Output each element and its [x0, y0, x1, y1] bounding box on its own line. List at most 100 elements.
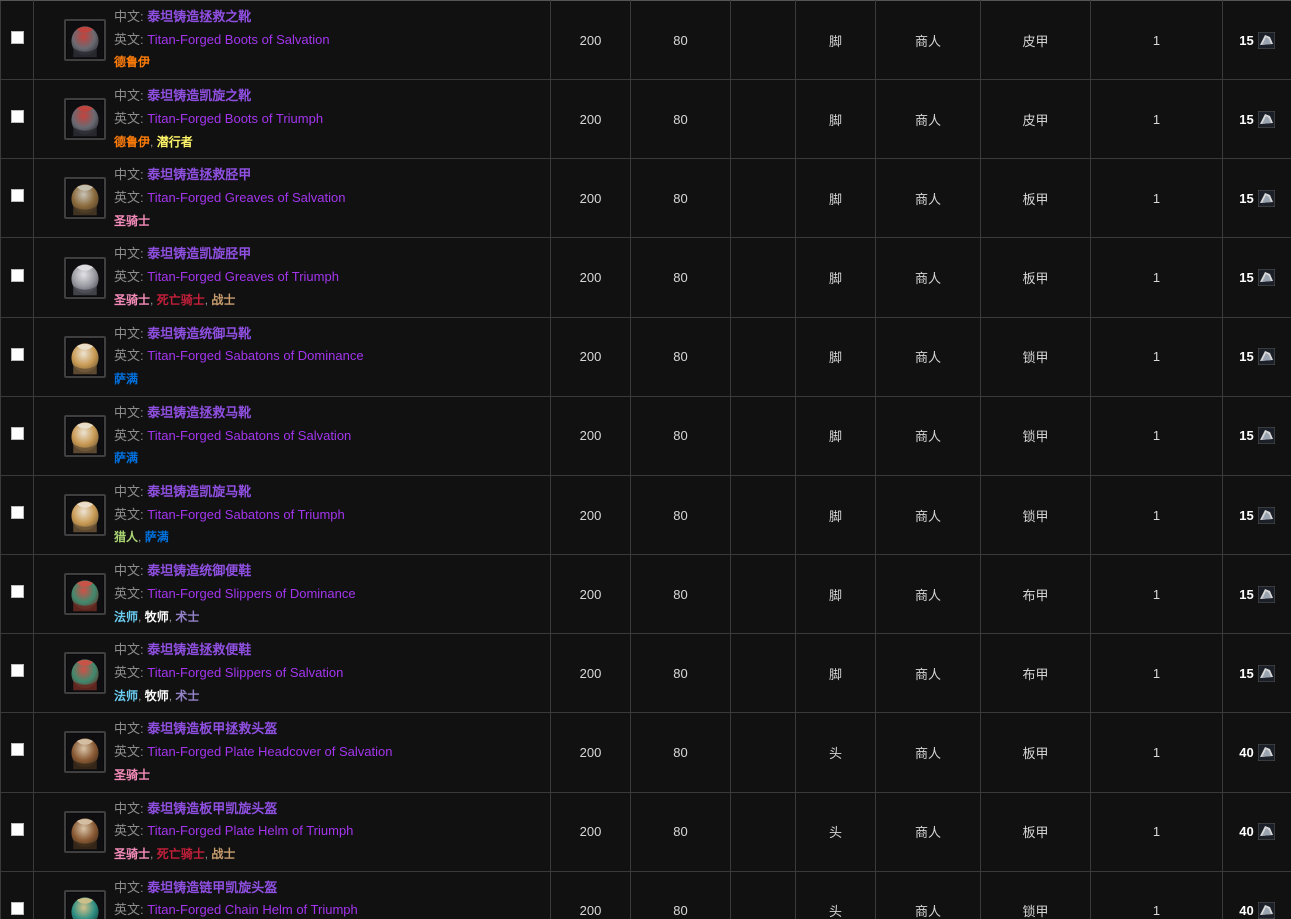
blank-cell	[730, 633, 796, 713]
row-checkbox[interactable]	[10, 822, 24, 836]
row-select-cell[interactable]	[0, 474, 34, 555]
armor-type-cell: 锁甲	[980, 395, 1091, 476]
class-separator: ,	[150, 292, 157, 307]
row-checkbox[interactable]	[10, 426, 24, 440]
class-label: 圣骑士	[114, 213, 151, 228]
item-name-cn[interactable]: 泰坦铸造板甲凯旋头盔	[147, 801, 277, 816]
chinese-label: 中文:	[114, 246, 144, 262]
english-label: 英文:	[114, 744, 144, 760]
item-name-en[interactable]: Titan-Forged Plate Helm of Triumph	[147, 823, 353, 838]
item-name-en[interactable]: Titan-Forged Slippers of Salvation	[147, 665, 343, 680]
item-name-en[interactable]: Titan-Forged Greaves of Triumph	[147, 269, 339, 284]
boots-cloth-dark-icon[interactable]	[64, 19, 106, 62]
emblem-badge-icon	[1257, 664, 1275, 682]
table-row: 中文: 泰坦铸造凯旋之靴 英文: Titan-Forged Boots of Tr…	[0, 79, 1291, 159]
emblem-badge-icon	[1257, 743, 1275, 761]
class-label: 萨满	[114, 451, 139, 466]
row-select-cell[interactable]	[0, 395, 34, 476]
english-label: 英文:	[114, 664, 144, 680]
chinese-label: 中文:	[114, 483, 144, 499]
row-select-cell[interactable]	[0, 791, 34, 872]
row-select-cell[interactable]	[0, 870, 34, 919]
source-cell: 商人	[875, 554, 981, 634]
slippers-cloth-red-icon[interactable]	[64, 652, 106, 695]
quantity-cell: 1	[1090, 791, 1223, 872]
item-cell: 中文: 泰坦铸造凯旋马靴 英文: Titan-Forged Sabatons of…	[33, 474, 551, 555]
table-row: 中文: 泰坦铸造拯救马靴 英文: Titan-Forged Sabatons of…	[0, 395, 1291, 476]
item-level-cell: 200	[550, 79, 631, 159]
item-name-cn[interactable]: 泰坦铸造凯旋马靴	[147, 484, 251, 499]
item-classes: 圣骑士, 死亡骑士, 战士	[114, 847, 235, 861]
item-name-cn-line: 中文: 泰坦铸造凯旋胫甲	[114, 246, 251, 261]
item-name-cn[interactable]: 泰坦铸造板甲拯救头盔	[147, 721, 277, 736]
item-classes: 圣骑士	[114, 768, 150, 782]
row-select-cell[interactable]	[0, 237, 34, 318]
row-select-cell[interactable]	[0, 712, 34, 793]
item-cell: 中文: 泰坦铸造凯旋胫甲 英文: Titan-Forged Greaves of …	[33, 237, 551, 318]
item-name-en[interactable]: Titan-Forged Greaves of Salvation	[147, 190, 345, 205]
row-select-cell[interactable]	[0, 158, 34, 238]
row-checkbox[interactable]	[10, 110, 24, 124]
item-classes: 圣骑士	[114, 214, 150, 228]
slot-cell: 脚	[795, 554, 876, 634]
row-checkbox[interactable]	[10, 901, 24, 915]
armor-type-cell: 皮甲	[980, 79, 1091, 159]
item-name-cn[interactable]: 泰坦铸造拯救之靴	[147, 9, 251, 24]
item-name-en[interactable]: Titan-Forged Chain Helm of Triumph	[147, 902, 358, 917]
emblem-badge-icon	[1257, 110, 1275, 128]
table-row: 中文: 泰坦铸造拯救便鞋 英文: Titan-Forged Slippers of…	[0, 633, 1291, 713]
slippers-cloth-red-icon[interactable]	[64, 573, 106, 616]
item-name-en[interactable]: Titan-Forged Sabatons of Triumph	[147, 507, 345, 522]
item-name-cn[interactable]: 泰坦铸造统御马靴	[147, 326, 251, 341]
item-name-cn[interactable]: 泰坦铸造统御便鞋	[147, 563, 251, 578]
row-checkbox[interactable]	[10, 347, 24, 361]
item-name-cn[interactable]: 泰坦铸造拯救胫甲	[147, 167, 251, 182]
item-name-en[interactable]: Titan-Forged Boots of Triumph	[147, 111, 323, 126]
sabatons-mail-gold-icon[interactable]	[64, 414, 106, 457]
row-select-cell[interactable]	[0, 0, 34, 80]
item-name-cn[interactable]: 泰坦铸造拯救马靴	[147, 405, 251, 420]
helm-plate-brown-icon[interactable]	[64, 810, 106, 853]
row-checkbox[interactable]	[10, 268, 24, 282]
item-name-cn[interactable]: 泰坦铸造凯旋之靴	[147, 88, 251, 103]
greaves-plate-brown-icon[interactable]	[64, 177, 106, 220]
helm-plate-brown-icon[interactable]	[64, 731, 106, 774]
row-select-cell[interactable]	[0, 316, 34, 397]
cost-amount: 40	[1239, 824, 1254, 840]
row-select-cell[interactable]	[0, 79, 34, 159]
row-checkbox[interactable]	[10, 743, 24, 757]
row-checkbox[interactable]	[10, 189, 24, 203]
row-checkbox[interactable]	[10, 585, 24, 599]
chinese-label: 中文:	[114, 404, 144, 420]
row-checkbox[interactable]	[10, 31, 24, 45]
item-level-cell: 200	[550, 474, 631, 555]
row-checkbox[interactable]	[10, 664, 24, 678]
required-level-cell: 80	[630, 474, 731, 555]
item-name-cn[interactable]: 泰坦铸造凯旋胫甲	[147, 246, 251, 261]
cost-cell: 40	[1222, 712, 1291, 793]
helm-mail-teal-icon[interactable]	[64, 889, 106, 919]
sabatons-mail-gold-icon[interactable]	[64, 494, 106, 537]
blank-cell	[730, 316, 796, 397]
english-label: 英文:	[114, 269, 144, 285]
item-name-en[interactable]: Titan-Forged Plate Headcover of Salvatio…	[147, 744, 392, 759]
greaves-plate-silver-icon[interactable]	[64, 256, 106, 299]
item-name-en[interactable]: Titan-Forged Sabatons of Dominance	[147, 348, 363, 363]
source-cell: 商人	[875, 158, 981, 238]
row-select-cell[interactable]	[0, 554, 34, 634]
slot-cell: 脚	[795, 0, 876, 80]
item-name-en-line: 英文: Titan-Forged Plate Helm of Triumph	[114, 823, 353, 838]
item-name-cn[interactable]: 泰坦铸造链甲凯旋头盔	[147, 880, 277, 895]
item-name-en[interactable]: Titan-Forged Sabatons of Salvation	[147, 428, 351, 443]
item-name-cn[interactable]: 泰坦铸造拯救便鞋	[147, 642, 251, 657]
sabatons-mail-gold-icon[interactable]	[64, 335, 106, 378]
item-name-en[interactable]: Titan-Forged Boots of Salvation	[147, 32, 329, 47]
chinese-label: 中文:	[114, 9, 144, 24]
item-name-en-line: 英文: Titan-Forged Plate Headcover of Salv…	[114, 744, 392, 759]
class-label: 德鲁伊	[114, 134, 151, 149]
boots-cloth-dark-icon[interactable]	[64, 98, 106, 141]
source-cell: 商人	[875, 474, 981, 555]
row-select-cell[interactable]	[0, 633, 34, 713]
row-checkbox[interactable]	[10, 506, 24, 520]
item-name-en[interactable]: Titan-Forged Slippers of Dominance	[147, 586, 355, 601]
